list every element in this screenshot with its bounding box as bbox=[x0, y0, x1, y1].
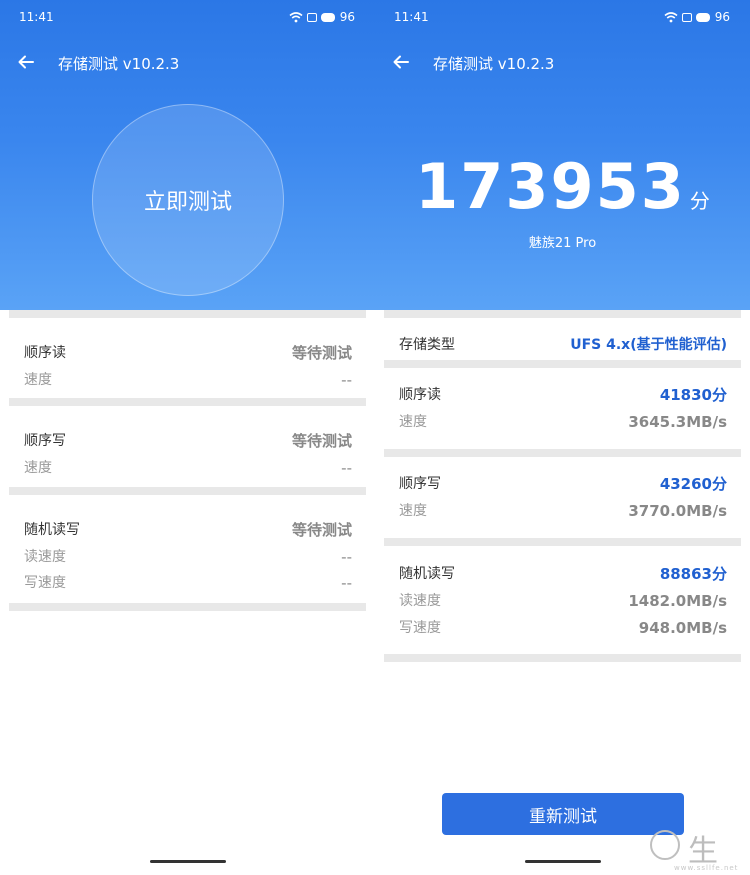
section-seq-write: 顺序写 43260分 速度 3770.0MB/s bbox=[384, 457, 741, 538]
section-title: 顺序写 bbox=[24, 433, 66, 449]
app-bar: 存储测试 v10.2.3 bbox=[375, 42, 750, 82]
wifi-icon bbox=[289, 12, 303, 23]
section-storage-type: 存储类型 UFS 4.x(基于性能评估) bbox=[384, 318, 741, 360]
home-indicator[interactable] bbox=[525, 860, 601, 863]
section-status: 等待测试 bbox=[291, 344, 352, 362]
total-score: 173953 分 bbox=[375, 150, 750, 223]
speed-label: 速度 bbox=[24, 460, 52, 476]
back-arrow-icon[interactable] bbox=[16, 52, 36, 72]
section-title: 随机读写 bbox=[399, 566, 455, 582]
status-bar: 11:41 96 bbox=[0, 0, 375, 34]
status-bar: 11:41 96 bbox=[375, 0, 750, 34]
page-title: 存储测试 v10.2.3 bbox=[58, 55, 180, 73]
battery-icon bbox=[320, 12, 335, 22]
screen-icon bbox=[306, 12, 317, 22]
app-bar: 存储测试 v10.2.3 bbox=[0, 42, 375, 82]
speed-value: -- bbox=[341, 371, 352, 389]
battery-level: 96 bbox=[339, 10, 355, 24]
divider bbox=[384, 538, 741, 546]
write-speed-value: -- bbox=[341, 574, 352, 592]
start-test-button[interactable]: 立即测试 bbox=[92, 104, 284, 296]
section-status: 等待测试 bbox=[291, 521, 352, 539]
status-time: 11:41 bbox=[394, 10, 429, 24]
section-score: 41830分 bbox=[659, 386, 727, 404]
header-hero: 11:41 96 存储测试 v10.2.3 173953 分 魅族21 Pro bbox=[375, 0, 750, 310]
speed-value: -- bbox=[341, 459, 352, 477]
section-title: 顺序读 bbox=[399, 387, 441, 403]
device-name: 魅族21 Pro bbox=[528, 236, 597, 251]
status-icons: 96 bbox=[664, 10, 730, 24]
right-screen: 11:41 96 存储测试 v10.2.3 173953分 魅族21 Pro bbox=[375, 0, 750, 875]
section-status: 等待测试 bbox=[291, 432, 352, 450]
divider bbox=[9, 398, 366, 406]
write-speed-label: 写速度 bbox=[399, 620, 441, 636]
divider bbox=[384, 449, 741, 457]
divider bbox=[384, 360, 741, 368]
speed-value: 3645.3MB/s bbox=[628, 413, 727, 431]
speed-value: 3770.0MB/s bbox=[628, 502, 727, 520]
wifi-icon bbox=[664, 12, 678, 23]
read-speed-value: 1482.0MB/s bbox=[628, 592, 727, 610]
write-speed-label: 写速度 bbox=[24, 575, 66, 591]
section-random-rw: 随机读写 88863分 读速度 1482.0MB/s 写速度 948.0MB/s bbox=[384, 546, 741, 654]
home-indicator[interactable] bbox=[150, 860, 226, 863]
section-title: 顺序写 bbox=[399, 476, 441, 492]
storage-type-value: UFS 4.x(基于性能评估) bbox=[570, 337, 727, 353]
status-time: 11:41 bbox=[19, 10, 54, 24]
section-seq-read: 顺序读 等待测试 速度 -- bbox=[9, 318, 366, 398]
back-arrow-icon[interactable] bbox=[391, 52, 411, 72]
start-test-label: 立即测试 bbox=[143, 190, 232, 215]
read-speed-label: 读速度 bbox=[399, 593, 441, 609]
read-speed-value: -- bbox=[341, 548, 352, 566]
section-score: 43260分 bbox=[659, 475, 727, 493]
page-title: 存储测试 v10.2.3 bbox=[433, 55, 555, 73]
screen-icon bbox=[681, 12, 692, 22]
battery-icon bbox=[695, 12, 710, 22]
divider bbox=[9, 487, 366, 495]
score-unit: 分 bbox=[689, 189, 710, 213]
section-seq-read: 顺序读 41830分 速度 3645.3MB/s bbox=[384, 368, 741, 449]
status-icons: 96 bbox=[289, 10, 355, 24]
speed-label: 速度 bbox=[24, 372, 52, 388]
score-value: 173953 bbox=[415, 150, 686, 223]
battery-level: 96 bbox=[714, 10, 730, 24]
section-title: 顺序读 bbox=[24, 345, 66, 361]
watermark-logo-icon bbox=[650, 830, 680, 860]
watermark: 生活 www.ssllfe.net bbox=[648, 826, 748, 872]
divider bbox=[9, 603, 366, 611]
section-random-rw: 随机读写 等待测试 读速度 -- 写速度 -- bbox=[9, 495, 366, 603]
storage-type-label: 存储类型 bbox=[399, 337, 455, 353]
header-hero: 11:41 96 存储测试 v10.2.3 立即测试 bbox=[0, 0, 375, 310]
speed-label: 速度 bbox=[399, 503, 427, 519]
divider bbox=[384, 310, 741, 318]
speed-label: 速度 bbox=[399, 414, 427, 430]
section-seq-write: 顺序写 等待测试 速度 -- bbox=[9, 406, 366, 487]
divider bbox=[9, 310, 366, 318]
write-speed-value: 948.0MB/s bbox=[638, 619, 727, 637]
left-screen: 11:41 96 存储测试 v10.2.3 立即测试 顺序读 等待测试 速度 -… bbox=[0, 0, 375, 875]
section-score: 88863分 bbox=[659, 565, 727, 583]
result-list: 顺序读 等待测试 速度 -- 顺序写 等待测试 速度 -- 随机读写 等待测试 … bbox=[9, 310, 366, 611]
section-title: 随机读写 bbox=[24, 522, 80, 538]
watermark-url: www.ssllfe.net bbox=[674, 864, 739, 872]
divider bbox=[384, 654, 741, 662]
read-speed-label: 读速度 bbox=[24, 549, 66, 565]
result-list: 存储类型 UFS 4.x(基于性能评估) 顺序读 41830分 速度 3645.… bbox=[384, 310, 741, 662]
